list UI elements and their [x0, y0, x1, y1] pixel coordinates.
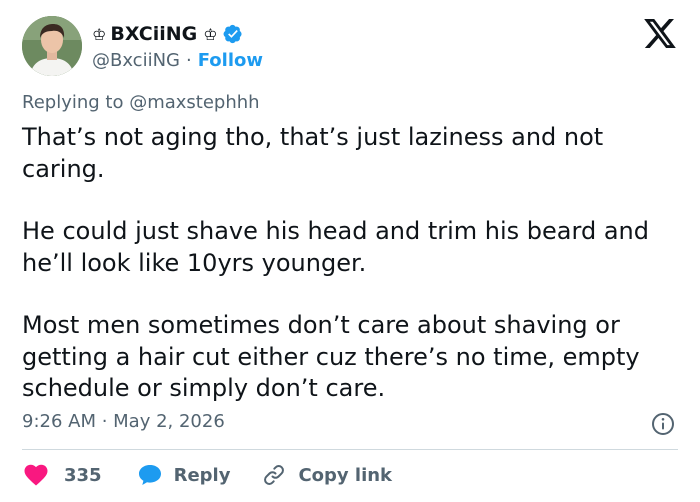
display-name[interactable]: BXCiiNG — [110, 23, 197, 45]
crown-icon: ♔ — [203, 24, 218, 44]
x-logo-icon[interactable] — [644, 19, 676, 48]
tweet-paragraph: He could just shave his head and trim hi… — [22, 217, 657, 277]
reply-button[interactable]: Reply — [138, 464, 231, 486]
divider — [22, 449, 678, 450]
reply-label: Reply — [173, 464, 231, 486]
tweet-text: That’s not aging tho, that’s just lazine… — [22, 122, 682, 405]
heart-icon — [24, 464, 48, 486]
crown-icon: ♔ — [92, 24, 107, 44]
like-button[interactable]: 335 — [24, 464, 102, 486]
copy-link-button[interactable]: Copy link — [262, 463, 392, 487]
tweet-timestamp[interactable]: 9:26 AM · May 2, 2026 — [22, 411, 225, 432]
separator-dot: · — [186, 49, 192, 71]
follow-button[interactable]: Follow — [198, 50, 263, 71]
avatar[interactable] — [22, 16, 82, 76]
like-count: 335 — [64, 464, 102, 486]
author-name-row[interactable]: ♔ BXCiiNG ♔ — [92, 21, 243, 47]
replying-to: Replying to @maxstephhh — [22, 92, 260, 113]
tweet-paragraph: Most men sometimes don’t care about shav… — [22, 311, 648, 402]
verified-badge-icon — [223, 24, 243, 44]
info-icon[interactable] — [651, 412, 675, 436]
tweet-card: ♔ BXCiiNG ♔ @BxciiNG · Follow Replying t… — [0, 0, 700, 502]
author-handle-row: @BxciiNG · Follow — [92, 48, 263, 72]
copy-link-label: Copy link — [298, 464, 393, 486]
author-handle[interactable]: @BxciiNG — [92, 50, 180, 71]
link-icon — [264, 465, 285, 485]
tweet-paragraph: That’s not aging tho, that’s just lazine… — [22, 123, 611, 183]
action-bar: 335 Reply Copy link — [24, 460, 392, 490]
speech-bubble-icon — [138, 465, 161, 485]
